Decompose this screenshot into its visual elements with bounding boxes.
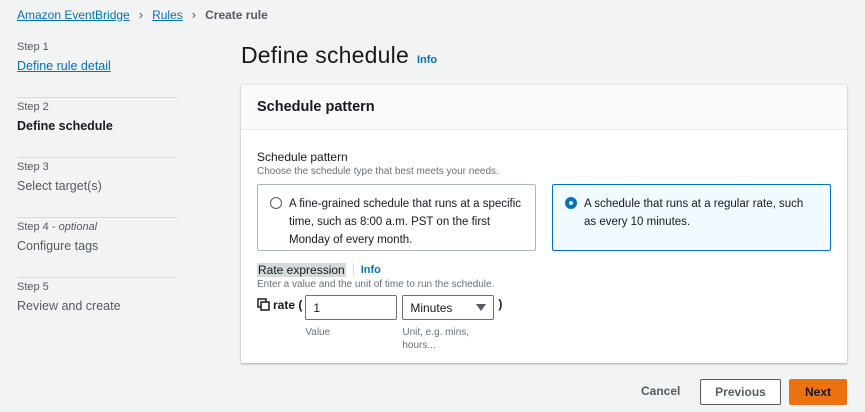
value-field: Value xyxy=(305,295,398,339)
step-number: Step 3 xyxy=(17,161,49,173)
wizard-steps: Step 1 Define rule detail Step 2 Define … xyxy=(17,38,177,338)
step-number: Step 2 xyxy=(17,101,49,113)
rate-expression-label: Rate expression xyxy=(257,263,346,277)
step-3: Step 3 Select target(s) xyxy=(17,158,177,218)
step-4: Step 4 - optional Configure tags xyxy=(17,218,177,278)
rate-expression-row: rate ( Value Minutes Unit, e.g. mins, ho… xyxy=(257,295,831,352)
step-1-link[interactable]: Define rule detail xyxy=(17,58,177,74)
rate-expression-description: Enter a value and the unit of time to ru… xyxy=(257,279,495,290)
schedule-pattern-label: Schedule pattern xyxy=(257,150,348,164)
rate-value-input[interactable] xyxy=(305,295,398,320)
page-info-link[interactable]: Info xyxy=(417,54,437,66)
step-optional-tag: optional xyxy=(58,221,98,233)
copy-icon[interactable] xyxy=(257,298,270,311)
value-hint: Value xyxy=(305,327,331,338)
panel-body: Schedule pattern Choose the schedule typ… xyxy=(241,130,847,352)
step-4-title: Configure tags xyxy=(17,239,99,253)
next-button[interactable]: Next xyxy=(789,379,847,405)
step-5: Step 5 Review and create xyxy=(17,278,177,338)
schedule-type-tiles: A fine-grained schedule that runs at a s… xyxy=(257,184,831,251)
step-number: Step 5 xyxy=(17,281,49,293)
previous-button[interactable]: Previous xyxy=(700,379,781,405)
step-2-title: Define schedule xyxy=(17,119,113,133)
breadcrumb-current: Create rule xyxy=(205,7,268,22)
chevron-right-icon: › xyxy=(138,7,144,22)
radio-selected[interactable] xyxy=(565,197,577,209)
breadcrumb: Amazon EventBridge › Rules › Create rule xyxy=(17,7,268,22)
page-title: Define schedule xyxy=(241,42,409,68)
chevron-right-icon: › xyxy=(191,7,197,22)
step-4-num: Step 4 xyxy=(17,221,49,233)
cancel-button[interactable]: Cancel xyxy=(641,384,680,398)
step-1: Step 1 Define rule detail xyxy=(17,38,177,98)
tile-text: A schedule that runs at a regular rate, … xyxy=(584,198,804,228)
tile-fine-grained-schedule[interactable]: A fine-grained schedule that runs at a s… xyxy=(257,184,536,251)
page-header: Define schedule Info xyxy=(241,42,437,69)
tile-regular-rate-schedule[interactable]: A schedule that runs at a regular rate, … xyxy=(552,184,831,251)
step-2: Step 2 Define schedule xyxy=(17,98,177,158)
schedule-pattern-panel: Schedule pattern Schedule pattern Choose… xyxy=(241,85,847,363)
caret-down-icon xyxy=(476,304,487,311)
unit-field: Minutes Unit, e.g. mins, hours... xyxy=(397,295,495,352)
breadcrumb-eventbridge-link[interactable]: Amazon EventBridge xyxy=(17,8,130,22)
radio-unselected[interactable] xyxy=(270,197,282,209)
rate-expression-header: Rate expression Info xyxy=(257,263,831,277)
rate-prefix: rate ( xyxy=(273,298,303,312)
rate-info-link[interactable]: Info xyxy=(361,264,381,276)
step-number: Step 4 - optional xyxy=(17,221,98,233)
step-5-title: Review and create xyxy=(17,299,121,313)
rate-unit-select[interactable]: Minutes xyxy=(402,295,495,320)
breadcrumb-rules-link[interactable]: Rules xyxy=(152,8,183,22)
rate-suffix: ) xyxy=(498,297,503,311)
schedule-pattern-description: Choose the schedule type that best meets… xyxy=(257,166,499,177)
divider xyxy=(352,264,354,276)
step-number: Step 1 xyxy=(17,41,49,53)
step-3-title: Select target(s) xyxy=(17,179,102,193)
unit-hint: Unit, e.g. mins, hours... xyxy=(402,327,470,351)
tile-text: A fine-grained schedule that runs at a s… xyxy=(289,198,522,246)
panel-header: Schedule pattern xyxy=(241,85,847,130)
rate-unit-value: Minutes xyxy=(410,300,453,315)
